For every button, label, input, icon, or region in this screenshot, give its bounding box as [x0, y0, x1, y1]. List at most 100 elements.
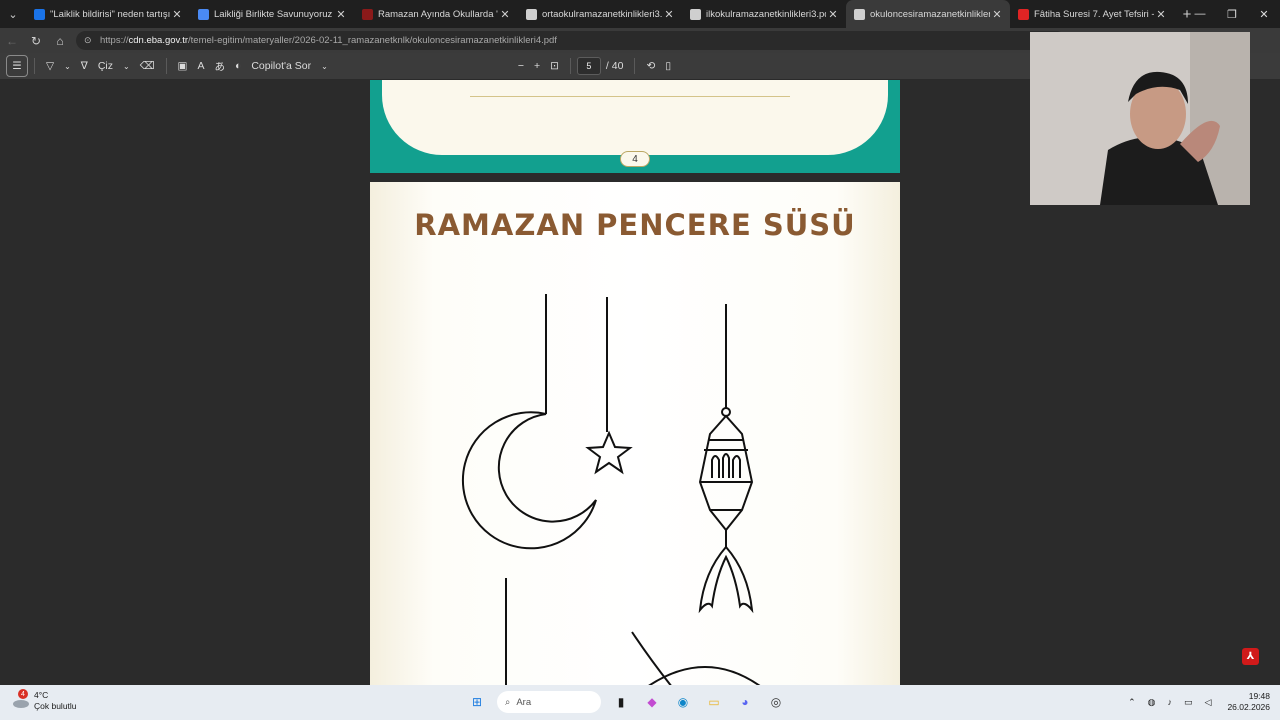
zoom-in-icon[interactable]: + — [529, 55, 545, 77]
webcam-person-image — [1030, 32, 1250, 205]
edge-icon[interactable]: ◉ — [672, 691, 694, 713]
clock-date: 26.02.2026 — [1227, 702, 1270, 712]
bottom-ornament-handle — [631, 631, 672, 685]
page-number-label: 4 — [620, 151, 650, 167]
system-tray: ⌃ ◍ ♪ ▭ ◁ 19:48 26.02.2026 — [1116, 691, 1270, 713]
pdf-icon — [526, 8, 537, 20]
close-tab-icon[interactable]: ✕ — [826, 8, 840, 21]
draw-button[interactable]: Çiz — [93, 55, 118, 77]
page-paper — [382, 80, 888, 155]
browser-tab[interactable]: ilkokulramazanetkinlikleri3.pdf ✕ — [682, 0, 846, 28]
close-window-icon[interactable]: ✕ — [1248, 0, 1280, 28]
home-button[interactable]: ⌂ — [48, 28, 72, 53]
file-explorer-icon[interactable]: ▭ — [703, 691, 725, 713]
search-placeholder: Ara — [516, 696, 532, 708]
chevron-down-icon[interactable]: ⌄ — [316, 55, 333, 77]
news-icon — [34, 8, 45, 20]
page-number-input[interactable]: 5 — [576, 57, 601, 75]
tab-title: ilkokulramazanetkinlikleri3.pdf — [706, 8, 826, 20]
task-view-icon[interactable]: ▮ — [610, 691, 632, 713]
copilot-app-icon[interactable]: ◆ — [641, 691, 663, 713]
toolbar-divider — [569, 58, 571, 74]
lantern-body — [698, 414, 754, 532]
tab-title: ortaokulramazanetkinlikleri3.pdf — [542, 8, 662, 20]
toolbar-divider — [34, 58, 35, 74]
weather-widget[interactable]: 4 4°C Çok bulutlu — [12, 689, 77, 712]
obs-icon[interactable]: ◎ — [765, 691, 787, 713]
chevron-up-icon[interactable]: ⌃ — [1128, 697, 1136, 708]
volume-icon[interactable]: ◁ — [1205, 697, 1212, 708]
close-tab-icon[interactable]: ✕ — [334, 8, 348, 21]
cloud-icon: 4 — [12, 689, 30, 709]
text-icon[interactable]: ▣ — [173, 55, 193, 77]
close-tab-icon[interactable]: ✕ — [662, 8, 676, 21]
highlight-icon[interactable]: ▽ — [41, 55, 59, 77]
browser-tab[interactable]: Ramazan Ayında Okullarda "Maarif✕ — [354, 0, 518, 28]
lantern-windows — [711, 453, 741, 478]
browser-tab[interactable]: "Laiklik bildirisi" neden tartışılıyor?✕ — [26, 0, 190, 28]
toolbar-divider — [165, 58, 167, 74]
close-tab-icon[interactable]: ✕ — [498, 8, 512, 21]
read-aloud-icon[interactable]: A — [192, 55, 209, 77]
close-tab-icon[interactable]: ✕ — [170, 8, 184, 21]
browser-tab[interactable]: ortaokulramazanetkinlikleri3.pdf✕ — [518, 0, 682, 28]
copilot-icon[interactable]: ◐ — [230, 55, 246, 77]
weather-desc: Çok bulutlu — [34, 701, 77, 711]
lantern-tassel — [698, 545, 754, 614]
acrobat-logo-icon[interactable]: ⅄ — [1242, 648, 1259, 665]
zoom-out-icon[interactable]: − — [513, 55, 529, 77]
rotate-icon[interactable]: ⟲ — [641, 55, 660, 77]
url-field[interactable]: ⊙ https://cdn.eba.gov.tr/temel-egitim/ma… — [76, 31, 1066, 50]
chevron-down-icon[interactable]: ⌄ — [118, 55, 135, 77]
browser-tab[interactable]: okuloncesiramazanetkinlikleri4.pdf✕ — [846, 0, 1010, 28]
back-button[interactable]: ← — [0, 28, 24, 53]
tab-title: okuloncesiramazanetkinlikleri4.pdf — [870, 8, 990, 20]
browser-tab[interactable]: Fâtiha Suresi 7. Ayet Tefsiri - Diyan✕ — [1010, 0, 1174, 28]
copilot-button[interactable]: Copilot'a Sor — [246, 55, 316, 77]
crescent-moon-shape — [461, 411, 597, 550]
ornament-divider — [470, 96, 790, 98]
current-page: RAMAZAN PENCERE SÜSÜ — [370, 182, 900, 685]
taskbar-apps: ⊞ ⌕ Ara ▮ ◆ ◉ ▭ ◕ ◎ — [466, 691, 796, 713]
security-icon[interactable]: ◍ — [1148, 697, 1156, 708]
coloring-illustration — [461, 294, 761, 685]
lantern-bands — [700, 439, 752, 511]
page-view-icon[interactable]: ▯ — [660, 55, 676, 77]
tab-strip: ⌄ "Laiklik bildirisi" neden tartışılıyor… — [0, 0, 1280, 28]
restore-icon[interactable]: ❐ — [1216, 0, 1248, 28]
network-icon[interactable]: ▭ — [1184, 697, 1193, 708]
tab-actions-menu-icon[interactable]: ⌄ — [0, 0, 26, 28]
page-total: / 40 — [605, 60, 624, 72]
tab-title: Laikliği Birlikte Savunuyoruz bildiri — [214, 8, 334, 20]
site-info-icon[interactable]: ⊙ — [84, 35, 94, 46]
diyanet-icon — [1018, 8, 1029, 20]
pdf-icon — [690, 8, 701, 20]
tab-title: Fâtiha Suresi 7. Ayet Tefsiri - Diyan — [1034, 8, 1154, 20]
url-protocol: https:// — [100, 35, 129, 46]
translate-icon[interactable]: あ — [209, 55, 230, 77]
chevron-down-icon[interactable]: ⌄ — [59, 55, 76, 77]
discord-icon[interactable]: ◕ — [734, 691, 756, 713]
clock[interactable]: 19:48 26.02.2026 — [1227, 691, 1270, 713]
minimize-icon[interactable]: — — [1184, 0, 1216, 28]
news-icon — [362, 8, 373, 20]
webcam-overlay — [1030, 32, 1250, 205]
close-tab-icon[interactable]: ✕ — [990, 8, 1004, 21]
tabs-container: "Laiklik bildirisi" neden tartışılıyor?✕… — [26, 0, 1174, 28]
pdf-icon — [854, 8, 865, 20]
taskbar-search[interactable]: ⌕ Ara — [497, 691, 601, 713]
microphone-icon[interactable]: ♪ — [1168, 697, 1173, 707]
contents-icon[interactable]: ☰ — [6, 55, 28, 77]
tab-title: "Laiklik bildirisi" neden tartışılıyor? — [50, 8, 170, 20]
draw-icon[interactable]: ∇ — [76, 55, 93, 77]
globe-icon — [198, 8, 209, 20]
close-tab-icon[interactable]: ✕ — [1154, 8, 1168, 21]
toolbar-divider — [634, 58, 636, 74]
browser-tab[interactable]: Laikliği Birlikte Savunuyoruz bildiri✕ — [190, 0, 354, 28]
previous-page: 4 — [370, 80, 900, 173]
refresh-button[interactable]: ↻ — [24, 28, 48, 53]
start-icon[interactable]: ⊞ — [466, 691, 488, 713]
window-controls: — ❐ ✕ — [1184, 0, 1280, 28]
erase-icon[interactable]: ⌫ — [135, 55, 160, 77]
fit-to-page-icon[interactable]: ⊡ — [545, 55, 564, 77]
